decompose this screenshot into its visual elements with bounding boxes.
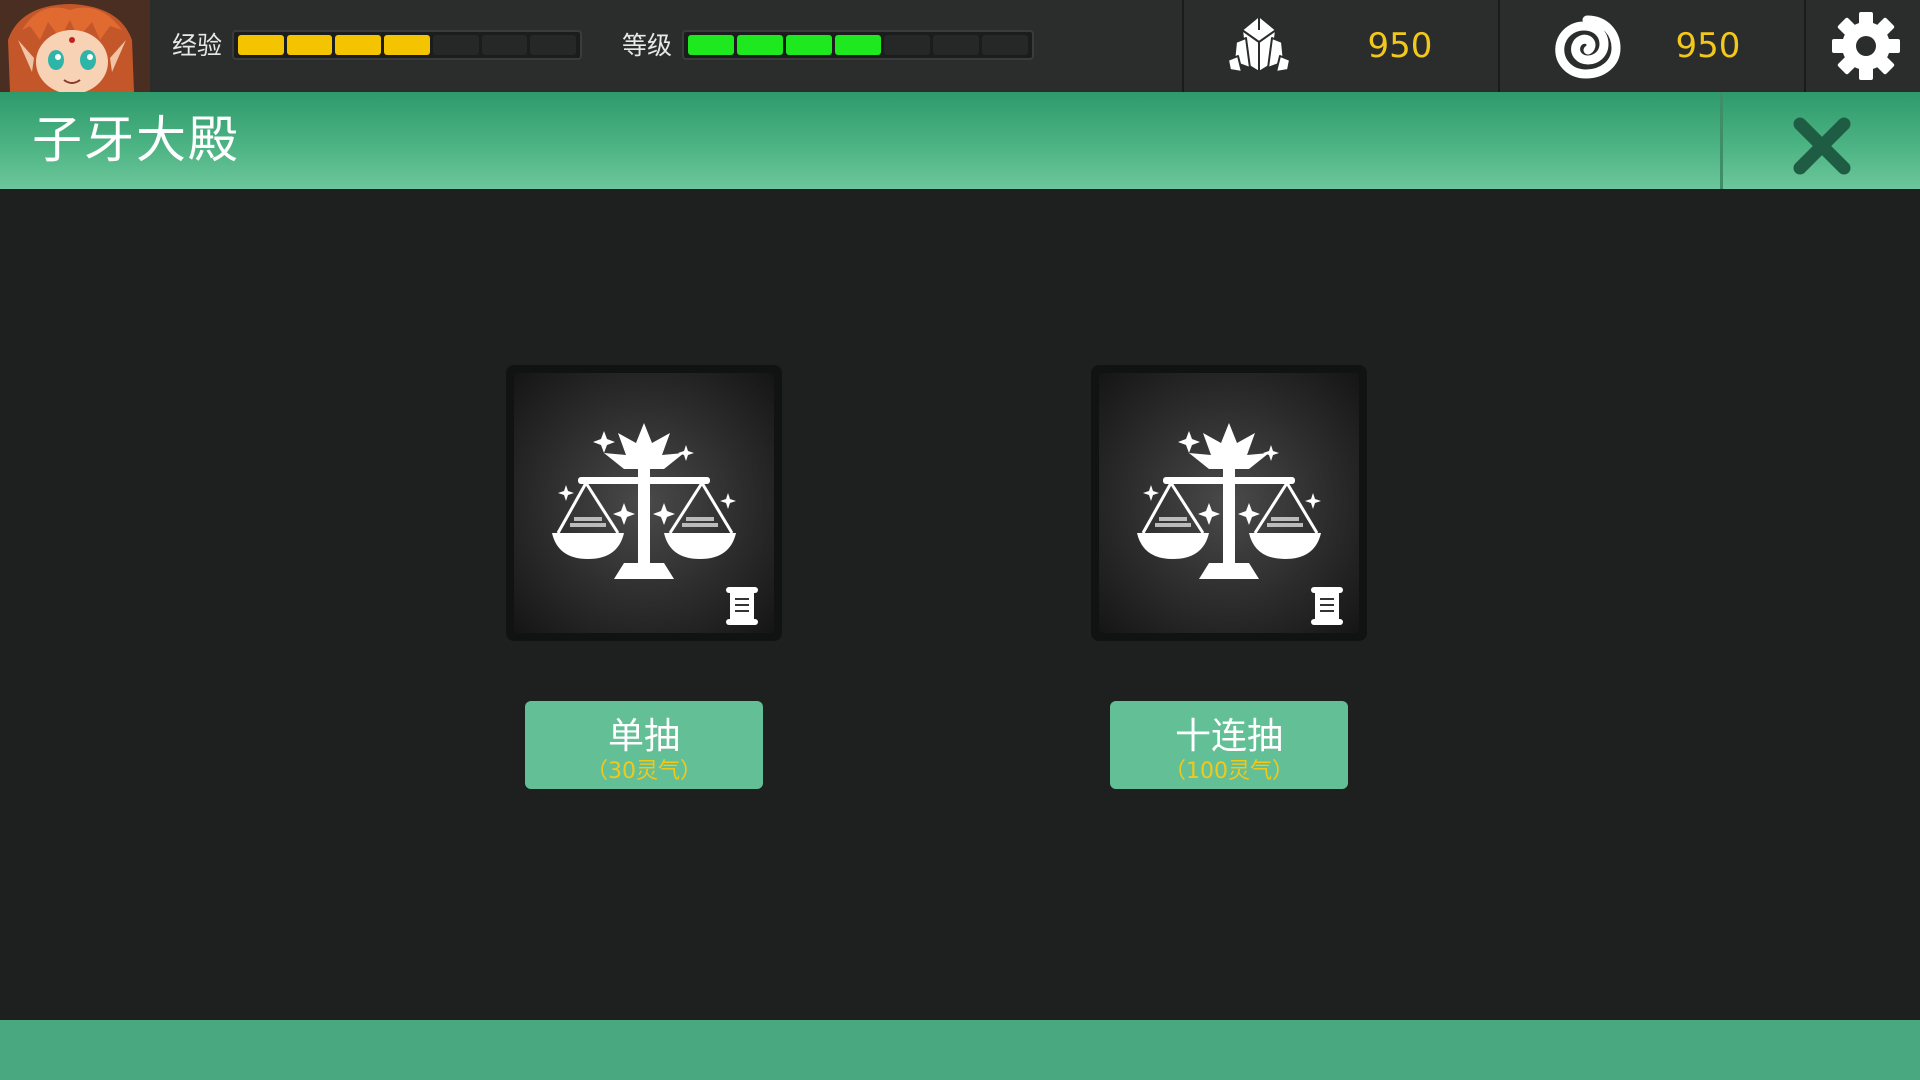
scales-icon	[552, 423, 736, 579]
page-header: 子牙大殿	[0, 92, 1920, 189]
top-status-bar: 经验 等级 950 950	[0, 0, 1920, 92]
exp-bar-segment	[432, 35, 479, 55]
ten-draw-card[interactable]	[1091, 365, 1367, 641]
scales-icon	[1137, 423, 1321, 579]
exp-bar-segment	[286, 35, 333, 55]
spirit-count: 950	[1675, 26, 1741, 66]
single-draw-cost: （30灵气）	[586, 759, 702, 784]
single-draw-button[interactable]: 单抽 （30灵气）	[525, 701, 763, 789]
topbar-divider	[1804, 0, 1806, 92]
topbar-divider	[1498, 0, 1500, 92]
exp-bar-segment	[335, 35, 382, 55]
level-bar-segment	[884, 35, 930, 55]
level-bar-segment	[933, 35, 979, 55]
close-icon	[1793, 117, 1851, 175]
single-draw-label: 单抽	[607, 716, 680, 757]
exp-label: 经验	[172, 31, 223, 60]
crystal-icon	[1224, 12, 1294, 80]
single-draw-card[interactable]	[506, 365, 782, 641]
spiral-cloud-icon	[1552, 12, 1622, 80]
level-bar-segment	[786, 35, 832, 55]
topbar-divider	[1182, 0, 1184, 92]
draw-card-image	[514, 373, 774, 633]
exp-bar-segment	[481, 35, 528, 55]
settings-button[interactable]	[1830, 10, 1902, 82]
scroll-icon	[1311, 587, 1343, 625]
player-avatar[interactable]	[0, 0, 150, 92]
header-divider	[1720, 92, 1723, 189]
exp-bar-segment	[530, 35, 577, 55]
level-progress-bar	[682, 30, 1034, 60]
ten-draw-cost: （100灵气）	[1164, 759, 1294, 784]
ten-draw-label: 十连抽	[1174, 716, 1283, 757]
exp-bar-segment	[384, 35, 430, 55]
ten-draw-button[interactable]: 十连抽 （100灵气）	[1110, 701, 1348, 789]
exp-bar-segment	[238, 35, 284, 55]
bottom-bar	[0, 1020, 1920, 1080]
level-label: 等级	[622, 31, 673, 60]
page-title: 子牙大殿	[32, 111, 240, 169]
level-bar-segment	[835, 35, 881, 55]
avatar-portrait-icon	[0, 0, 150, 92]
gear-icon	[1832, 12, 1900, 80]
close-button[interactable]	[1790, 114, 1854, 178]
level-bar-segment	[688, 35, 734, 55]
scroll-icon	[726, 587, 758, 625]
level-bar-segment	[982, 35, 1028, 55]
crystal-count: 950	[1367, 26, 1433, 66]
draw-card-image	[1099, 373, 1359, 633]
exp-progress-bar	[232, 30, 582, 60]
level-bar-segment	[737, 35, 783, 55]
